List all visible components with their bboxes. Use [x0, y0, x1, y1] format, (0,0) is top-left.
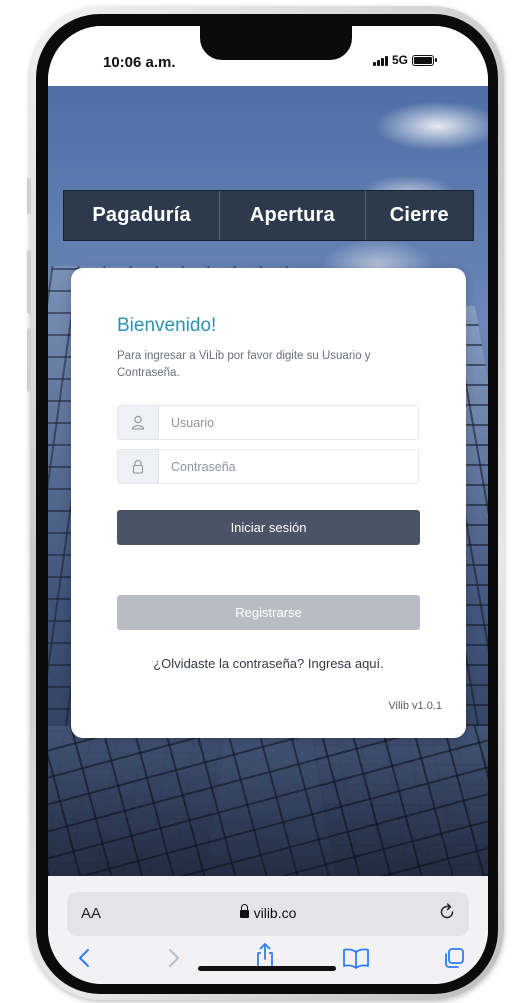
version-label: Vilib v1.0.1	[388, 700, 442, 712]
status-time: 10:06 a.m.	[103, 54, 176, 71]
volume-down-button	[27, 328, 31, 392]
bookmarks-icon[interactable]	[342, 946, 370, 975]
notch	[200, 26, 352, 60]
browser-toolbar	[48, 943, 488, 978]
address-bar[interactable]: AA vilib.co	[67, 892, 469, 936]
username-input[interactable]	[159, 406, 418, 439]
url-text: vilib.co	[253, 905, 297, 921]
status-indicators: 5G	[373, 53, 438, 67]
forgot-password-link[interactable]: ¿Olvidaste la contraseña? Ingresa aquí.	[71, 656, 466, 671]
lock-icon	[118, 450, 159, 483]
top-tab-bar: Pagaduría Apertura Cierre	[63, 190, 474, 241]
tab-apertura[interactable]: Apertura	[220, 191, 366, 240]
tabs-icon[interactable]	[442, 946, 466, 975]
tab-cierre[interactable]: Cierre	[366, 191, 473, 240]
user-icon	[118, 406, 159, 439]
login-button[interactable]: Iniciar sesión	[117, 510, 420, 545]
network-label: 5G	[392, 53, 409, 67]
welcome-description: Para ingresar a ViLib por favor digite s…	[117, 350, 371, 379]
building-bottom-image	[48, 726, 488, 876]
status-bar: 10:06 a.m. 5G	[48, 26, 488, 86]
forward-icon[interactable]	[166, 946, 182, 975]
reload-icon[interactable]	[437, 902, 457, 927]
battery-icon	[412, 54, 438, 66]
login-card: Bienvenido! Para ingresar a ViLib por fa…	[71, 268, 466, 738]
volume-up-button	[27, 250, 31, 314]
welcome-title: Bienvenido!	[117, 315, 217, 336]
tab-pagaduria[interactable]: Pagaduría	[64, 191, 221, 240]
side-button	[27, 178, 31, 214]
home-indicator	[198, 966, 336, 971]
lock-icon	[239, 904, 249, 918]
register-button[interactable]: Registrarse	[117, 595, 420, 630]
username-input-group	[117, 405, 419, 440]
signal-icon	[373, 55, 388, 66]
password-input-group	[117, 449, 419, 484]
back-icon[interactable]	[76, 946, 92, 975]
url-display[interactable]: vilib.co	[67, 904, 469, 921]
screen: 10:06 a.m. 5G Pagaduría Apertura Cierre …	[48, 26, 488, 984]
password-input[interactable]	[159, 450, 418, 483]
